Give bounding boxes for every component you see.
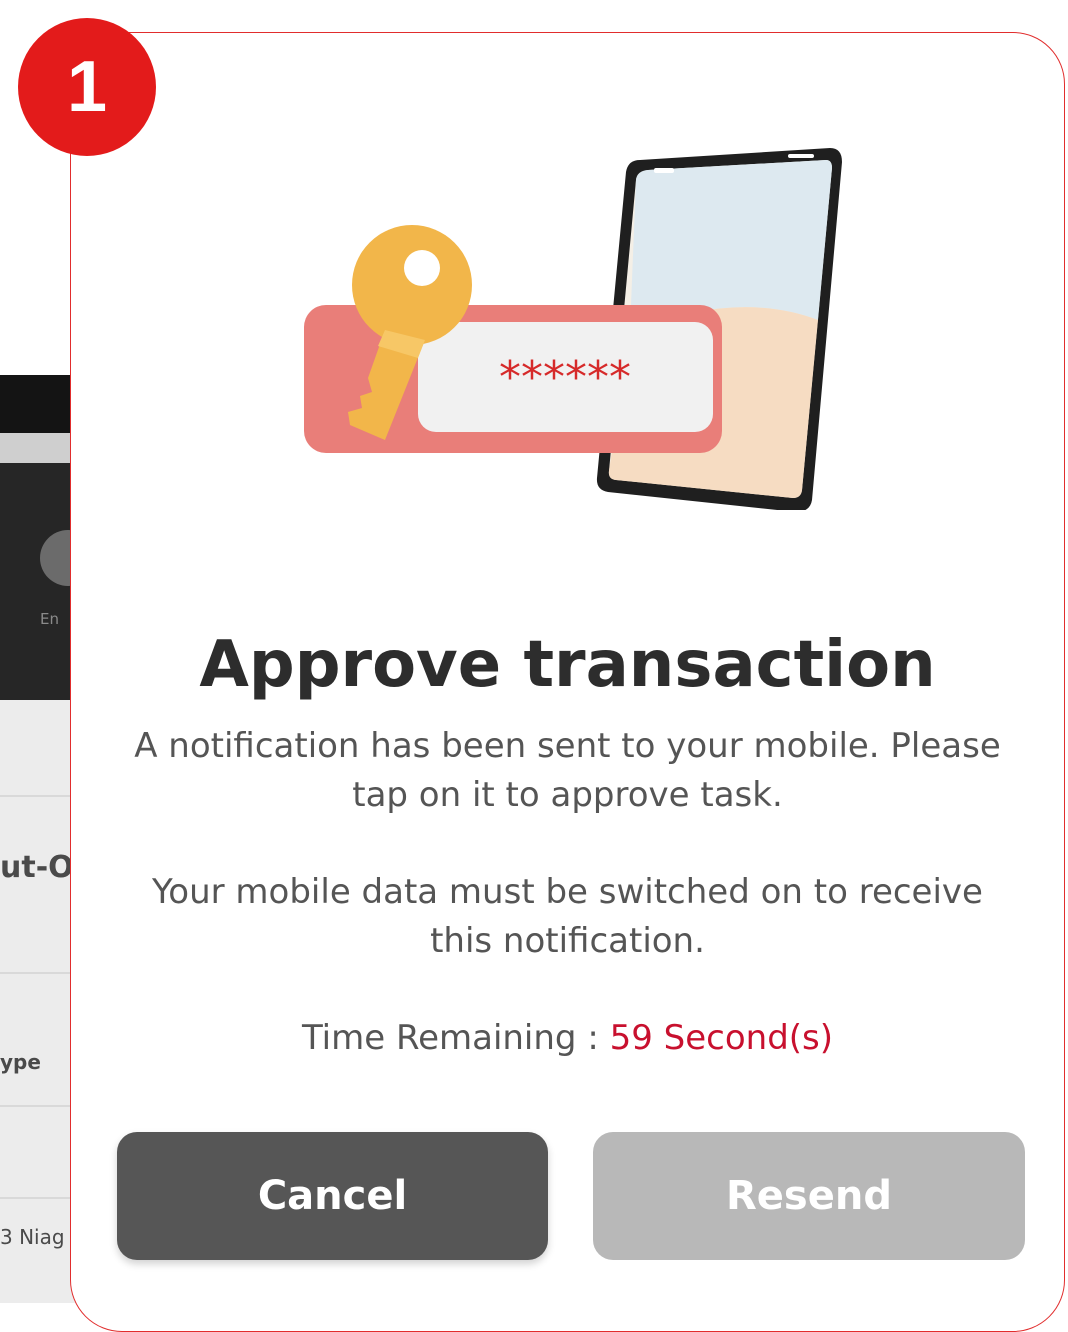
background-language-label: En xyxy=(40,610,59,628)
cancel-button[interactable]: Cancel xyxy=(117,1132,548,1260)
step-number-badge: 1 xyxy=(18,18,156,156)
time-remaining-value: 59 Second(s) xyxy=(609,1018,834,1058)
modal-description-line-2: tap on it to approve task. xyxy=(352,775,783,815)
secure-key-phone-illustration: ****** xyxy=(304,148,842,510)
modal-note-line-2: this notification. xyxy=(430,921,705,961)
time-remaining-label: Time Remaining : xyxy=(301,1018,610,1058)
resend-button[interactable]: Resend xyxy=(593,1132,1025,1260)
background-row-label: ype xyxy=(0,1050,41,1074)
masked-pin-text: ****** xyxy=(499,352,631,403)
time-remaining: Time Remaining : 59 Second(s) xyxy=(70,1018,1065,1058)
modal-description-line-1: A notification has been sent to your mob… xyxy=(134,726,1001,766)
modal-title: Approve transaction xyxy=(199,628,936,702)
background-row-value: 3 Niag xyxy=(0,1225,65,1249)
modal-note-line-1: Your mobile data must be switched on to … xyxy=(152,872,983,912)
